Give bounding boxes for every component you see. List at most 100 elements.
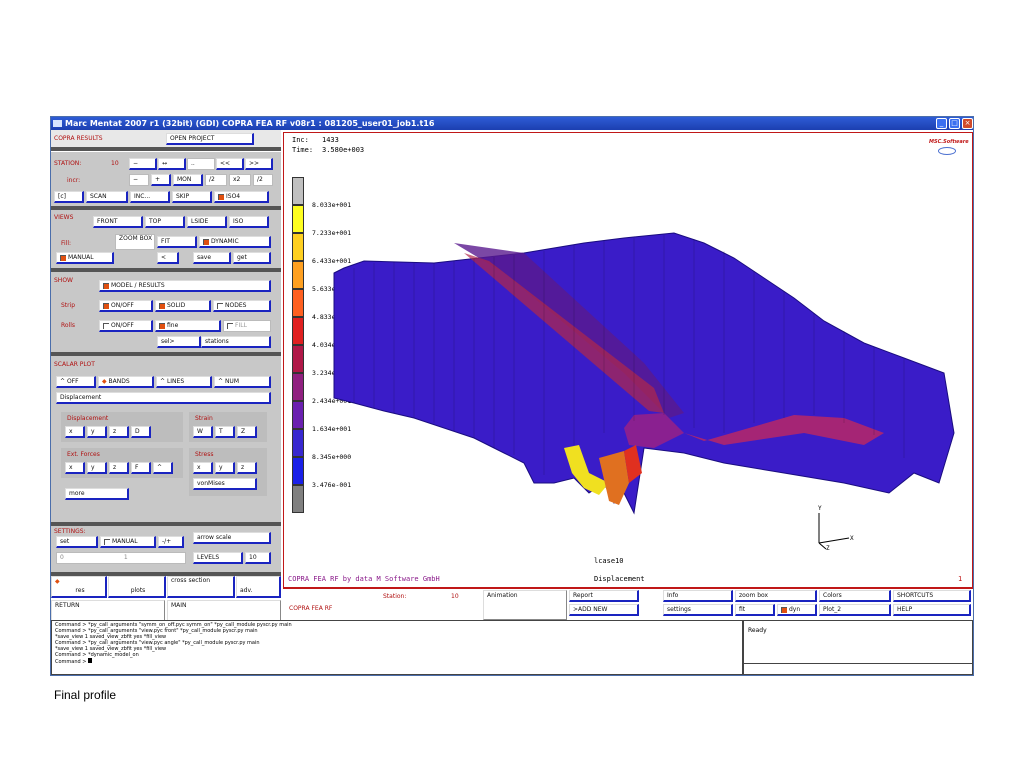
c-button[interactable]: [c] bbox=[54, 191, 84, 203]
save-button[interactable]: save bbox=[193, 252, 231, 264]
zoom-box-button[interactable]: ZOOM BOX bbox=[115, 234, 155, 250]
stress-y-button[interactable]: y bbox=[215, 462, 235, 474]
zoom-box-bottom-button[interactable]: zoom box bbox=[735, 590, 817, 602]
arrow-scale-button[interactable]: arrow scale bbox=[193, 532, 271, 544]
open-project-button[interactable]: OPEN PROJECT bbox=[166, 133, 254, 145]
get-button[interactable]: get bbox=[233, 252, 271, 264]
stations-button[interactable]: stations bbox=[201, 336, 271, 348]
station-both-button[interactable]: ↔ bbox=[158, 158, 186, 170]
incr-minus-button[interactable]: − bbox=[129, 174, 149, 186]
incr-label: incr: bbox=[67, 177, 81, 184]
plusminus-button[interactable]: -/+ bbox=[158, 536, 184, 548]
command-area[interactable]: Command > *py_call_arguments "symm_on_of… bbox=[51, 620, 743, 675]
dyn-button[interactable]: dyn bbox=[777, 604, 817, 616]
bands-button[interactable]: ◆ BANDS bbox=[98, 376, 154, 388]
nodes-button[interactable]: NODES bbox=[213, 300, 271, 312]
num-button[interactable]: ^ NUM bbox=[214, 376, 271, 388]
cross-section-button[interactable]: cross section bbox=[167, 576, 235, 598]
mon-button[interactable]: MON bbox=[173, 174, 203, 186]
stress-z-button[interactable]: z bbox=[237, 462, 257, 474]
maximize-button[interactable]: □ bbox=[949, 118, 960, 129]
station-value: 10 bbox=[111, 160, 119, 167]
report-button[interactable]: Report bbox=[569, 590, 639, 602]
ext-z-button[interactable]: z bbox=[109, 462, 129, 474]
set-button[interactable]: set bbox=[56, 536, 98, 548]
station-dots-button[interactable]: .. bbox=[187, 158, 215, 170]
half2-button[interactable]: /2 bbox=[253, 174, 273, 186]
command-prompt[interactable]: Command > bbox=[55, 658, 739, 665]
axis-z-label: Z bbox=[826, 545, 830, 552]
off-button[interactable]: ^ OFF bbox=[56, 376, 96, 388]
vonmises-button[interactable]: vonMises bbox=[193, 478, 257, 490]
disp-z-button[interactable]: z bbox=[109, 426, 129, 438]
plots-button[interactable]: plots bbox=[108, 576, 166, 598]
fea-model-plot[interactable] bbox=[324, 183, 969, 528]
animation-button[interactable]: Animation bbox=[483, 590, 567, 620]
strain-z-button[interactable]: Z bbox=[237, 426, 257, 438]
station-label: STATION: bbox=[54, 160, 82, 167]
levels-field[interactable]: 01 bbox=[56, 552, 186, 564]
help-button[interactable]: HELP bbox=[893, 604, 971, 616]
station-last-button[interactable]: >> bbox=[245, 158, 273, 170]
top-button[interactable]: TOP bbox=[145, 216, 185, 228]
close-button[interactable]: × bbox=[962, 118, 973, 129]
double-button[interactable]: x2 bbox=[229, 174, 251, 186]
solid-button[interactable]: SOLID bbox=[155, 300, 211, 312]
lt-button[interactable]: < bbox=[157, 252, 179, 264]
model-results-button[interactable]: MODEL / RESULTS bbox=[99, 280, 271, 292]
disp-y-button[interactable]: y bbox=[87, 426, 107, 438]
disp-d-button[interactable]: D bbox=[131, 426, 151, 438]
sel-button[interactable]: sel> bbox=[157, 336, 201, 348]
bottom-bar: COPRA FEA RF Station: 10 Animation Repor… bbox=[283, 588, 973, 620]
scalar-plot-label: SCALAR PLOT bbox=[54, 361, 95, 368]
station-minus-button[interactable]: − bbox=[129, 158, 157, 170]
disp-x-button[interactable]: x bbox=[65, 426, 85, 438]
rolls-onoff-button[interactable]: ON/OFF bbox=[99, 320, 153, 332]
legend-swatch bbox=[292, 373, 304, 401]
station-first-button[interactable]: << bbox=[216, 158, 244, 170]
manual-settings-button[interactable]: MANUAL bbox=[100, 536, 156, 548]
scan-button[interactable]: SCAN bbox=[86, 191, 128, 203]
fit-button[interactable]: FIT bbox=[157, 236, 197, 248]
legend-swatch bbox=[292, 177, 304, 205]
lines-button[interactable]: ^ LINES bbox=[156, 376, 212, 388]
iso4-button[interactable]: ISO4 bbox=[214, 191, 269, 203]
inc-button[interactable]: INC... bbox=[130, 191, 170, 203]
footer-number: 1 bbox=[958, 575, 963, 583]
half-button[interactable]: /2 bbox=[205, 174, 227, 186]
fit-bottom-button[interactable]: fit bbox=[735, 604, 775, 616]
fine-button[interactable]: fine bbox=[155, 320, 221, 332]
strain-w-button[interactable]: W bbox=[193, 426, 213, 438]
strain-t-button[interactable]: T bbox=[215, 426, 235, 438]
axis-y-label: Y bbox=[818, 505, 822, 512]
strip-onoff-button[interactable]: ON/OFF bbox=[99, 300, 153, 312]
ext-f-button[interactable]: F bbox=[131, 462, 151, 474]
settings-button[interactable]: settings bbox=[663, 604, 733, 616]
more-button[interactable]: more bbox=[65, 488, 129, 500]
colors-button[interactable]: Colors bbox=[819, 590, 891, 602]
shortcuts-button[interactable]: SHORTCUTS bbox=[893, 590, 971, 602]
ext-y-button[interactable]: y bbox=[87, 462, 107, 474]
res-button[interactable]: ◆ res bbox=[51, 576, 107, 598]
ext-x-button[interactable]: x bbox=[65, 462, 85, 474]
levels-button[interactable]: LEVELS bbox=[193, 552, 243, 564]
levels-value[interactable]: 10 bbox=[245, 552, 271, 564]
lside-button[interactable]: LSIDE bbox=[187, 216, 227, 228]
displacement-label: Displacement bbox=[67, 415, 109, 422]
dynamic-button[interactable]: DYNAMIC bbox=[199, 236, 271, 248]
minimize-button[interactable]: _ bbox=[936, 118, 947, 129]
incr-plus-button[interactable]: + bbox=[151, 174, 171, 186]
add-new-button[interactable]: >ADD NEW bbox=[569, 604, 639, 616]
ext-caret-button[interactable]: ^ bbox=[153, 462, 173, 474]
front-button[interactable]: FRONT bbox=[93, 216, 143, 228]
graphics-viewport[interactable]: Inc: 1433 Time: 3.580e+003 MSC.Software … bbox=[283, 132, 973, 588]
iso-button[interactable]: ISO bbox=[229, 216, 269, 228]
info-button[interactable]: Info bbox=[663, 590, 733, 602]
skip-button[interactable]: SKIP bbox=[172, 191, 212, 203]
scalar-select[interactable]: Displacement bbox=[56, 392, 271, 404]
fill-button[interactable]: FILL bbox=[223, 320, 271, 332]
manual-button[interactable]: MANUAL bbox=[56, 252, 114, 264]
plot2-button[interactable]: Plot_2 bbox=[819, 604, 891, 616]
adv-button[interactable]: adv. bbox=[236, 576, 281, 598]
stress-x-button[interactable]: x bbox=[193, 462, 213, 474]
